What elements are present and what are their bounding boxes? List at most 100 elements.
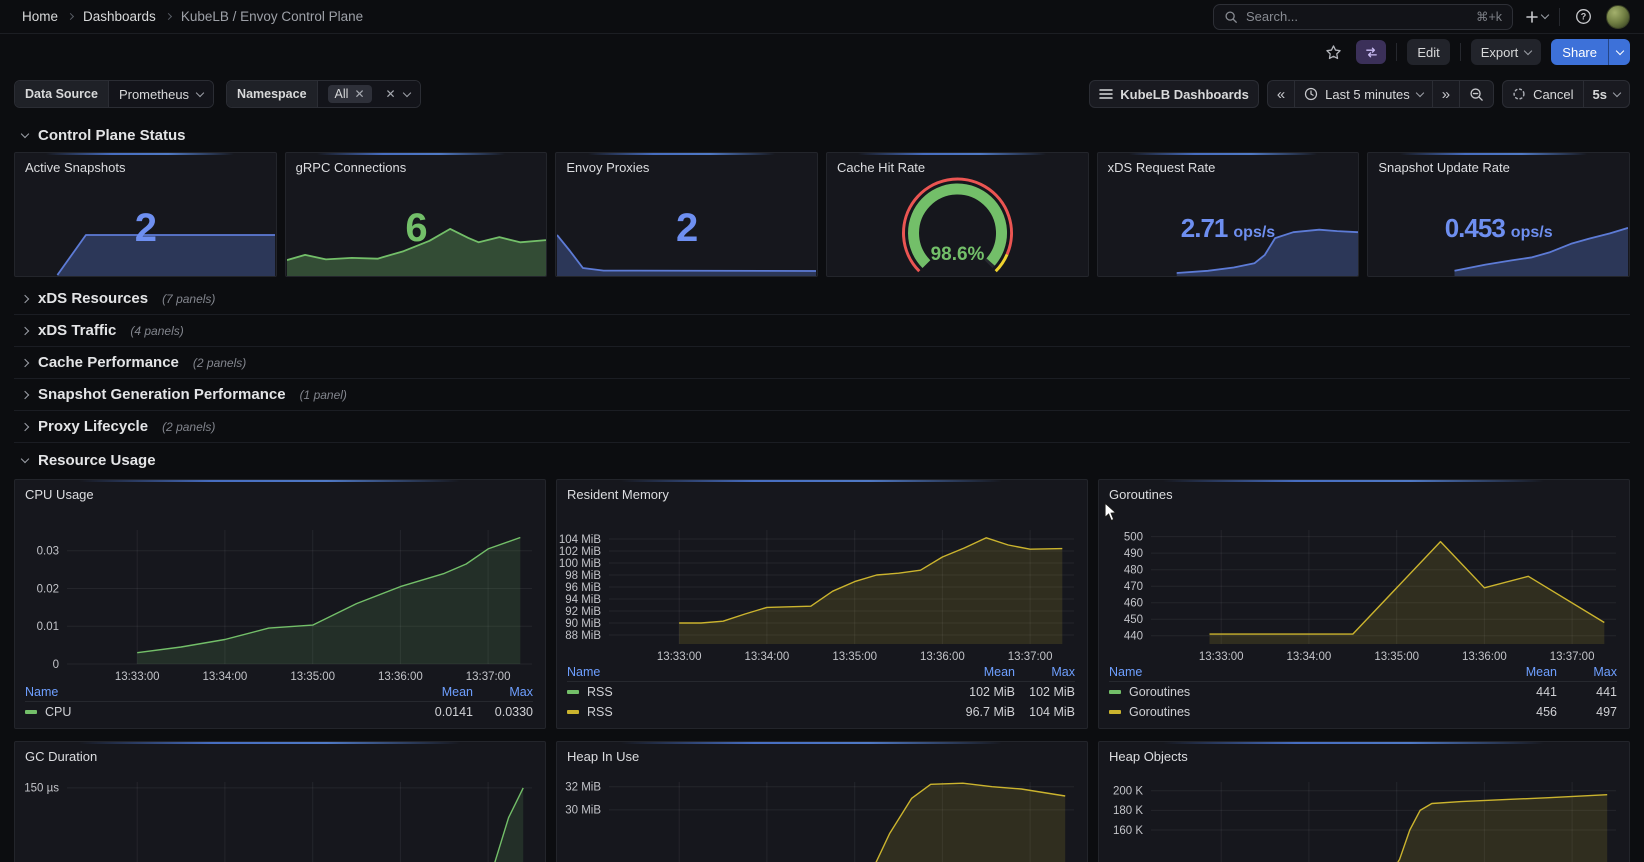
legend-series[interactable]: CPU 0.01410.0330 [25, 702, 533, 722]
help-button[interactable]: ? [1570, 4, 1596, 30]
breadcrumb: Home Dashboards KubeLB / Envoy Control P… [22, 9, 363, 24]
svg-text:94 MiB: 94 MiB [565, 594, 601, 606]
resource-usage-row-1: CPU Usage 13:33:0013:34:0013:35:0013:36:… [14, 479, 1630, 729]
cpu-usage-chart[interactable]: 13:33:0013:34:0013:35:0013:36:0013:37:00… [15, 480, 545, 728]
dashboard-canvas: Control Plane Status Active Snapshots 2 … [0, 120, 1644, 862]
divider [1460, 43, 1461, 61]
namespace-select[interactable]: All ✕ ✕ [317, 81, 420, 107]
resident-memory-chart[interactable]: 13:33:0013:34:0013:35:0013:36:0013:37:00… [557, 480, 1087, 728]
panel-gc-duration: GC Duration 13:33:0013:34:0013:35:0013:3… [14, 741, 546, 862]
export-button[interactable]: Export [1471, 39, 1542, 65]
legend-series[interactable]: Goroutines 456497 [1109, 702, 1617, 722]
panel-title[interactable]: Cache Hit Rate [837, 160, 925, 175]
row-proxy-lifecycle[interactable]: Proxy Lifecycle (2 panels) [14, 411, 1630, 443]
panel-legend: NameMeanMax CPU 0.01410.0330 [25, 682, 533, 722]
row-title: xDS Resources [38, 290, 148, 307]
panel-title[interactable]: Heap In Use [567, 749, 639, 764]
panel-grpc-connections: gRPC Connections 6 [285, 152, 548, 277]
user-avatar[interactable] [1606, 5, 1630, 29]
zoom-out-button[interactable] [1459, 81, 1493, 107]
row-xds-traffic[interactable]: xDS Traffic (4 panels) [14, 315, 1630, 347]
clear-icon[interactable]: ✕ [386, 88, 396, 100]
svg-text:470: 470 [1124, 581, 1143, 593]
share-menu-button[interactable] [1608, 39, 1630, 65]
panel-resident-memory: Resident Memory 13:33:0013:34:0013:35:00… [556, 479, 1088, 729]
row-resource-usage[interactable]: Resource Usage [14, 445, 1630, 475]
svg-text:200 K: 200 K [1113, 786, 1143, 798]
datasource-select[interactable]: Prometheus [108, 81, 213, 107]
panel-title[interactable]: Resident Memory [567, 487, 669, 502]
legend-series[interactable]: Goroutines 441441 [1109, 682, 1617, 702]
star-button[interactable] [1320, 39, 1346, 65]
chevron-down-icon [402, 88, 410, 96]
plus-icon [1525, 10, 1539, 24]
goroutines-chart[interactable]: 13:33:0013:34:0013:35:0013:36:0013:37:00… [1099, 480, 1629, 728]
svg-text:90 MiB: 90 MiB [565, 618, 601, 630]
resource-usage-row-2: GC Duration 13:33:0013:34:0013:35:0013:3… [14, 741, 1630, 862]
shared-dashboard-button[interactable] [1356, 40, 1386, 64]
svg-text:0.02: 0.02 [37, 583, 59, 595]
share-button[interactable]: Share [1551, 39, 1608, 65]
chevron-down-icon [1524, 46, 1532, 54]
row-panel-count: (2 panels) [162, 420, 215, 434]
svg-text:490: 490 [1124, 548, 1143, 560]
panel-snapshot-update-rate: Snapshot Update Rate 0.453ops/s [1367, 152, 1630, 277]
svg-text:0.03: 0.03 [37, 546, 59, 558]
refresh-interval-label: 5s [1593, 87, 1607, 102]
edit-button[interactable]: Edit [1407, 39, 1449, 65]
chevron-down-icon [1615, 46, 1623, 54]
namespace-chip[interactable]: All ✕ [328, 85, 372, 103]
divider [1396, 43, 1397, 61]
cancel-refresh-button[interactable]: Cancel [1503, 81, 1582, 107]
breadcrumb-dashboards[interactable]: Dashboards [83, 9, 156, 24]
panel-title[interactable]: Heap Objects [1109, 749, 1188, 764]
search-input[interactable]: Search... ⌘+k [1213, 4, 1513, 30]
panel-title[interactable]: gRPC Connections [296, 160, 407, 175]
remove-icon[interactable]: ✕ [354, 88, 364, 100]
chevron-down-icon [21, 129, 29, 137]
breadcrumb-current: KubeLB / Envoy Control Plane [181, 9, 363, 24]
svg-text:98 MiB: 98 MiB [565, 570, 601, 582]
row-title: xDS Traffic [38, 322, 116, 339]
panel-title[interactable]: xDS Request Rate [1108, 160, 1216, 175]
row-snapshot-generation-performance[interactable]: Snapshot Generation Performance (1 panel… [14, 379, 1630, 411]
row-panel-count: (2 panels) [193, 356, 246, 370]
time-range-picker[interactable]: Last 5 minutes [1294, 81, 1432, 107]
legend-series[interactable]: RSS 96.7 MiB104 MiB [567, 702, 1075, 722]
refresh-interval-picker[interactable]: 5s [1583, 81, 1629, 107]
row-panel-count: (7 panels) [162, 292, 215, 306]
datasource-label: Data Source [15, 81, 108, 107]
time-forward-button[interactable]: » [1432, 81, 1459, 107]
row-cache-performance[interactable]: Cache Performance (2 panels) [14, 347, 1630, 379]
breadcrumb-home[interactable]: Home [22, 9, 58, 24]
panel-title[interactable]: CPU Usage [25, 487, 94, 502]
help-icon: ? [1575, 8, 1592, 25]
time-picker-group: « Last 5 minutes » [1267, 80, 1494, 108]
panel-title[interactable]: Snapshot Update Rate [1378, 160, 1510, 175]
kubelb-dashboards-button[interactable]: KubeLB Dashboards [1090, 81, 1258, 107]
export-label: Export [1481, 45, 1519, 60]
svg-text:104 MiB: 104 MiB [559, 534, 602, 546]
panel-heap-in-use: Heap In Use 13:33:0013:34:0013:35:0013:3… [556, 741, 1088, 862]
panel-title[interactable]: Active Snapshots [25, 160, 125, 175]
panel-title[interactable]: GC Duration [25, 749, 97, 764]
control-plane-status-row: Active Snapshots 2 gRPC Connections 6 En… [14, 152, 1630, 277]
chevron-down-icon [1540, 11, 1548, 19]
chevron-right-icon [21, 422, 29, 430]
svg-text:500: 500 [1124, 531, 1143, 543]
svg-text:0: 0 [53, 659, 59, 671]
datasource-value: Prometheus [119, 87, 189, 102]
zoom-out-icon [1469, 87, 1484, 102]
row-control-plane-status[interactable]: Control Plane Status [14, 120, 1630, 150]
panel-title[interactable]: Goroutines [1109, 487, 1173, 502]
panel-title[interactable]: Envoy Proxies [566, 160, 649, 175]
new-button[interactable] [1523, 4, 1549, 30]
time-back-button[interactable]: « [1268, 81, 1294, 107]
top-navbar: Home Dashboards KubeLB / Envoy Control P… [0, 0, 1644, 34]
row-xds-resources[interactable]: xDS Resources (7 panels) [14, 283, 1630, 315]
svg-text:92 MiB: 92 MiB [565, 606, 601, 618]
chevron-down-icon [196, 88, 204, 96]
collapsed-rows: xDS Resources (7 panels) xDS Traffic (4 … [14, 283, 1630, 443]
dashboard-controls: Data Source Prometheus Namespace All ✕ ✕ [0, 80, 1644, 108]
legend-series[interactable]: RSS 102 MiB102 MiB [567, 682, 1075, 702]
